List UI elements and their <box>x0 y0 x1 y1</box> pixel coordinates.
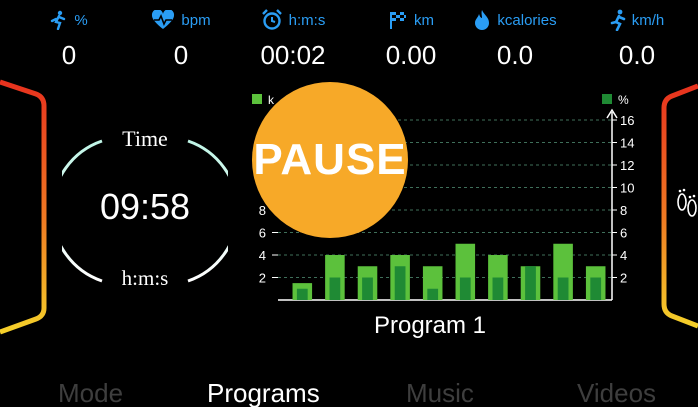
runner-icon <box>610 9 626 31</box>
right-tick-label: 6 <box>620 226 627 241</box>
right-tick-label: 8 <box>620 203 627 218</box>
bar-secondary <box>590 277 602 300</box>
timer-top-label: Time <box>122 126 168 151</box>
tab-music[interactable]: Music <box>406 378 474 407</box>
left-tick-label: 2 <box>259 271 266 286</box>
elapsed-time-unit: h:m:s <box>288 11 326 29</box>
left-tick-label: 6 <box>259 226 266 241</box>
tab-videos[interactable]: Videos <box>577 378 656 407</box>
right-tick-label: 12 <box>620 158 634 173</box>
bar-secondary <box>329 277 341 300</box>
flame-icon <box>475 10 490 30</box>
right-tick-label: 16 <box>620 113 634 128</box>
bar-secondary <box>492 277 504 300</box>
stats-bar: % 0 bpm 0 h:m:s 00:02 km 0.00 kcalories … <box>0 0 698 80</box>
elapsed-time-stat: h:m:s 00:02 <box>238 8 348 71</box>
timer-bottom-label: h:m:s <box>121 266 169 290</box>
legend-right-swatch <box>602 94 612 104</box>
incline-icon <box>51 10 66 30</box>
tab-mode[interactable]: Mode <box>58 378 123 407</box>
speed-unit: km/h <box>631 11 665 29</box>
heart-rate-stat: bpm 0 <box>126 8 236 71</box>
pause-button[interactable]: PAUSE <box>252 82 408 238</box>
bar-secondary <box>296 288 308 300</box>
heart-rate-unit: bpm <box>181 11 211 29</box>
heart-rate-icon <box>152 10 175 29</box>
distance-unit: km <box>414 11 434 29</box>
left-tick-label: 4 <box>259 248 266 263</box>
calories-stat: kcalories 0.0 <box>460 8 570 71</box>
heart-rate-value: 0 <box>173 40 189 70</box>
distance-value: 0.00 <box>385 40 437 70</box>
incline-value: 0 <box>61 40 77 70</box>
right-tick-label: 14 <box>620 136 634 151</box>
bar-secondary <box>557 277 569 300</box>
right-tick-label: 4 <box>620 248 627 263</box>
legend-left-swatch <box>252 94 262 104</box>
bottom-nav: Mode Programs Music Videos <box>0 372 698 407</box>
calories-unit: kcalories <box>497 11 557 29</box>
distance-stat: km 0.00 <box>356 8 466 71</box>
speed-value: 0.0 <box>618 40 656 70</box>
bar-secondary <box>394 266 406 300</box>
right-tick-label: 2 <box>620 271 627 286</box>
incline-stat: % 0 <box>14 8 124 71</box>
footprints-icon <box>677 188 697 217</box>
elapsed-time-value: 00:02 <box>260 40 326 70</box>
bar-secondary <box>459 277 471 300</box>
calories-value: 0.0 <box>496 40 534 70</box>
bar-secondary <box>427 288 439 300</box>
bar-secondary <box>362 277 373 300</box>
left-side-panel <box>0 79 47 335</box>
right-side-panel <box>661 83 698 329</box>
left-tick-label: 8 <box>259 203 266 218</box>
right-tick-label: 10 <box>620 181 634 196</box>
remaining-time-value: 09:58 <box>99 186 191 227</box>
bar-secondary <box>525 266 536 300</box>
legend-right-label: % <box>618 93 629 107</box>
incline-unit: % <box>74 11 88 29</box>
tab-programs[interactable]: Programs <box>207 378 320 407</box>
program-name: Program 1 <box>373 312 487 339</box>
alarm-clock-icon <box>261 9 282 30</box>
speed-stat: km/h 0.0 <box>582 8 692 71</box>
checkered-flag-icon <box>390 12 406 29</box>
